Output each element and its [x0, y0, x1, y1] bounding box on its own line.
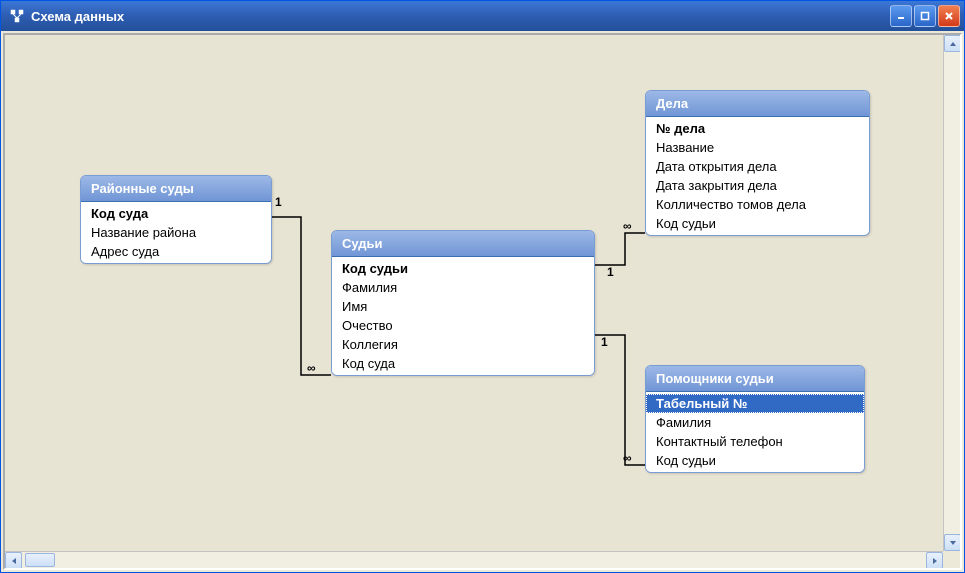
field-pk-selected[interactable]: Табельный №	[646, 394, 864, 413]
table-fields: Код суда Название района Адрес суда	[81, 202, 271, 263]
field[interactable]: Название района	[81, 223, 271, 242]
schema-icon	[9, 8, 25, 24]
table-header[interactable]: Районные суды	[81, 176, 271, 202]
field[interactable]: Название	[646, 138, 869, 157]
field[interactable]: Код судьи	[646, 214, 869, 233]
field-pk[interactable]: Код судьи	[332, 259, 594, 278]
schema-canvas[interactable]: 1 ∞ 1 ∞ 1 ∞ Районные суды Код суда Назва…	[5, 35, 960, 568]
vertical-scrollbar[interactable]	[943, 35, 960, 551]
field[interactable]: Очество	[332, 316, 594, 335]
field[interactable]: Дата открытия дела	[646, 157, 869, 176]
window-controls	[890, 5, 960, 27]
field[interactable]: Фамилия	[646, 413, 864, 432]
table-fields: Код судьи Фамилия Имя Очество Коллегия К…	[332, 257, 594, 375]
field[interactable]: Фамилия	[332, 278, 594, 297]
canvas-wrapper: 1 ∞ 1 ∞ 1 ∞ Районные суды Код суда Назва…	[3, 33, 962, 570]
cardinality-one: 1	[275, 195, 282, 209]
field-pk[interactable]: Код суда	[81, 204, 271, 223]
field[interactable]: Код суда	[332, 354, 594, 373]
cardinality-one: 1	[607, 265, 614, 279]
table-fields: № дела Название Дата открытия дела Дата …	[646, 117, 869, 235]
field[interactable]: Код судьи	[646, 451, 864, 470]
app-window: Схема данных	[0, 0, 965, 573]
scroll-down-button[interactable]	[944, 534, 960, 551]
table-judges[interactable]: Судьи Код судьи Фамилия Имя Очество Колл…	[331, 230, 595, 376]
table-courts[interactable]: Районные суды Код суда Название района А…	[80, 175, 272, 264]
scroll-corner	[943, 551, 960, 568]
close-button[interactable]	[938, 5, 960, 27]
cardinality-many: ∞	[623, 219, 632, 233]
scroll-thumb[interactable]	[25, 553, 55, 567]
field[interactable]: Дата закрытия дела	[646, 176, 869, 195]
maximize-button[interactable]	[914, 5, 936, 27]
table-cases[interactable]: Дела № дела Название Дата открытия дела …	[645, 90, 870, 236]
field[interactable]: Коллегия	[332, 335, 594, 354]
table-assistants[interactable]: Помощники судьи Табельный № Фамилия Конт…	[645, 365, 865, 473]
cardinality-many: ∞	[623, 451, 632, 465]
titlebar[interactable]: Схема данных	[1, 1, 964, 31]
field[interactable]: Имя	[332, 297, 594, 316]
field[interactable]: Колличество томов дела	[646, 195, 869, 214]
table-fields: Табельный № Фамилия Контактный телефон К…	[646, 392, 864, 472]
cardinality-many: ∞	[307, 361, 316, 375]
field[interactable]: Адрес суда	[81, 242, 271, 261]
scroll-right-button[interactable]	[926, 552, 943, 568]
table-header[interactable]: Помощники судьи	[646, 366, 864, 392]
field-pk[interactable]: № дела	[646, 119, 869, 138]
field[interactable]: Контактный телефон	[646, 432, 864, 451]
window-title: Схема данных	[31, 9, 890, 24]
scroll-left-button[interactable]	[5, 552, 22, 568]
table-header[interactable]: Дела	[646, 91, 869, 117]
minimize-button[interactable]	[890, 5, 912, 27]
scroll-up-button[interactable]	[944, 35, 960, 52]
horizontal-scrollbar[interactable]	[5, 551, 943, 568]
cardinality-one: 1	[601, 335, 608, 349]
table-header[interactable]: Судьи	[332, 231, 594, 257]
